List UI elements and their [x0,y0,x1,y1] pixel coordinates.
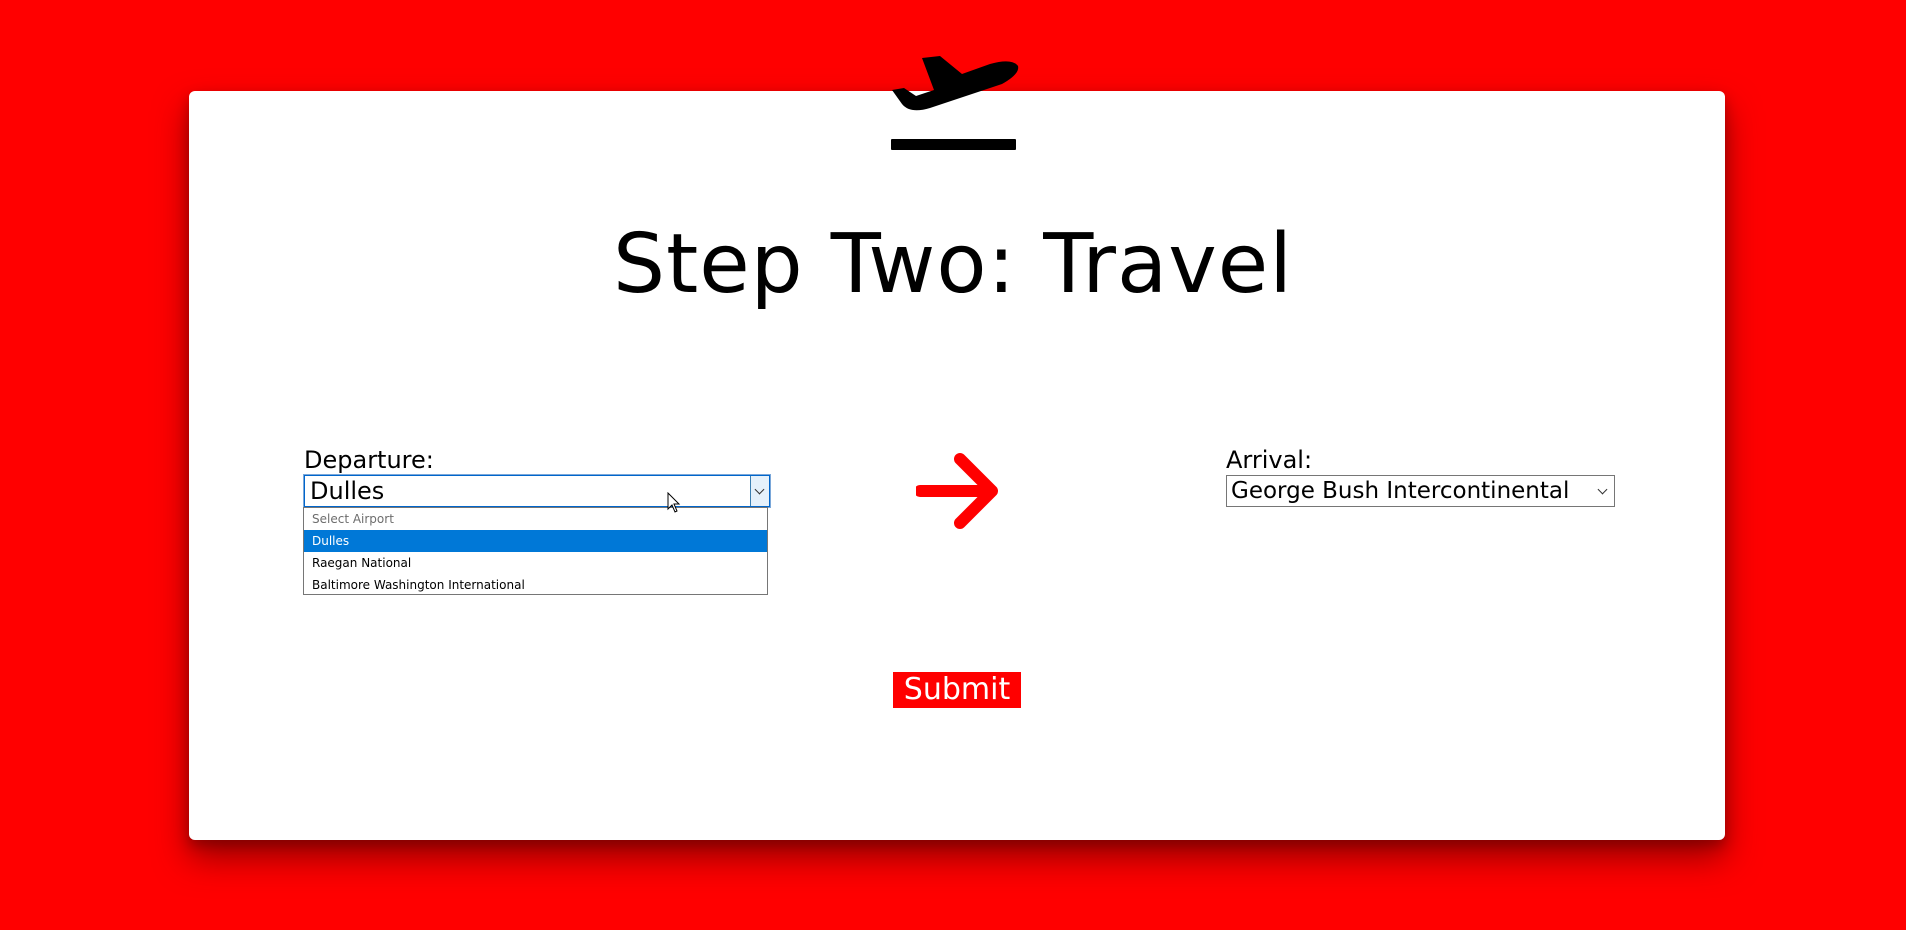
chevron-down-icon [1597,484,1608,495]
page-title: Step Two: Travel [613,217,1293,312]
airplane-departure-icon [891,56,1019,150]
arrival-label: Arrival: [1226,446,1313,474]
departure-dropdown-button[interactable] [750,476,769,506]
arrival-selected-value: George Bush Intercontinental [1231,478,1570,504]
dropdown-option-raegan-national[interactable]: Raegan National [304,552,767,574]
departure-selected-value: Dulles [310,477,385,505]
mouse-cursor-icon [667,492,681,513]
submit-button[interactable]: Submit [893,672,1021,708]
dropdown-option-dulles[interactable]: Dulles [304,530,767,552]
arrival-select[interactable]: George Bush Intercontinental [1226,475,1615,507]
departure-select[interactable]: Dulles [303,474,771,508]
dropdown-option-baltimore-washington[interactable]: Baltimore Washington International [304,574,767,596]
chevron-down-icon [754,484,765,495]
arrow-right-icon [916,453,998,529]
departure-dropdown-list: Select Airport Dulles Raegan National Ba… [303,507,768,595]
departure-label: Departure: [304,446,434,474]
dropdown-option-select-airport[interactable]: Select Airport [304,508,767,530]
